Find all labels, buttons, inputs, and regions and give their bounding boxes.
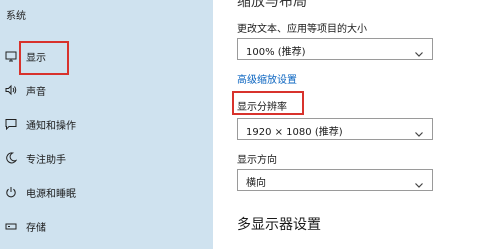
sidebar-item-label: 专注助手 — [26, 154, 66, 166]
storage-icon — [4, 219, 18, 233]
scale-dropdown[interactable]: 100% (推荐) — [237, 38, 433, 60]
scale-value: 100% (推荐) — [246, 47, 306, 58]
monitor-icon — [4, 49, 18, 63]
sidebar-item-storage[interactable]: 存储 — [0, 215, 213, 237]
orientation-label: 显示方向 — [237, 155, 277, 166]
scale-label: 更改文本、应用等项目的大小 — [237, 24, 367, 35]
settings-content: 缩放与布局 更改文本、应用等项目的大小 100% (推荐) 高级缩放设置 显示分… — [213, 0, 499, 249]
sidebar-item-label: 存储 — [26, 222, 46, 234]
orientation-dropdown[interactable]: 横向 — [237, 169, 433, 191]
sidebar-item-label: 声音 — [26, 86, 46, 98]
settings-sidebar: 系统 显示 声音 通知和操作 专注助手 电源和睡眠 存储 — [0, 0, 213, 249]
resolution-value: 1920 × 1080 (推荐) — [246, 127, 343, 138]
sidebar-item-notifications[interactable]: 通知和操作 — [0, 113, 213, 135]
highlight-box-resolution — [232, 91, 304, 115]
notification-icon — [4, 117, 18, 131]
highlight-box-display — [19, 41, 69, 75]
speaker-icon — [4, 83, 18, 97]
orientation-value: 横向 — [246, 178, 266, 189]
moon-icon — [4, 151, 18, 165]
sidebar-item-label: 电源和睡眠 — [26, 188, 76, 200]
sidebar-item-focus-assist[interactable]: 专注助手 — [0, 147, 213, 169]
resolution-dropdown[interactable]: 1920 × 1080 (推荐) — [237, 118, 433, 140]
sidebar-item-power-sleep[interactable]: 电源和睡眠 — [0, 181, 213, 203]
section-title-scale-layout: 缩放与布局 — [237, 0, 307, 10]
sidebar-item-sound[interactable]: 声音 — [0, 79, 213, 101]
advanced-scaling-link[interactable]: 高级缩放设置 — [237, 71, 297, 86]
sidebar-heading: 系统 — [6, 11, 26, 22]
chevron-down-icon — [414, 124, 424, 137]
multi-display-title: 多显示器设置 — [237, 217, 321, 233]
chevron-down-icon — [414, 175, 424, 188]
power-icon — [4, 185, 18, 199]
sidebar-item-label: 通知和操作 — [26, 120, 76, 132]
chevron-down-icon — [414, 44, 424, 57]
